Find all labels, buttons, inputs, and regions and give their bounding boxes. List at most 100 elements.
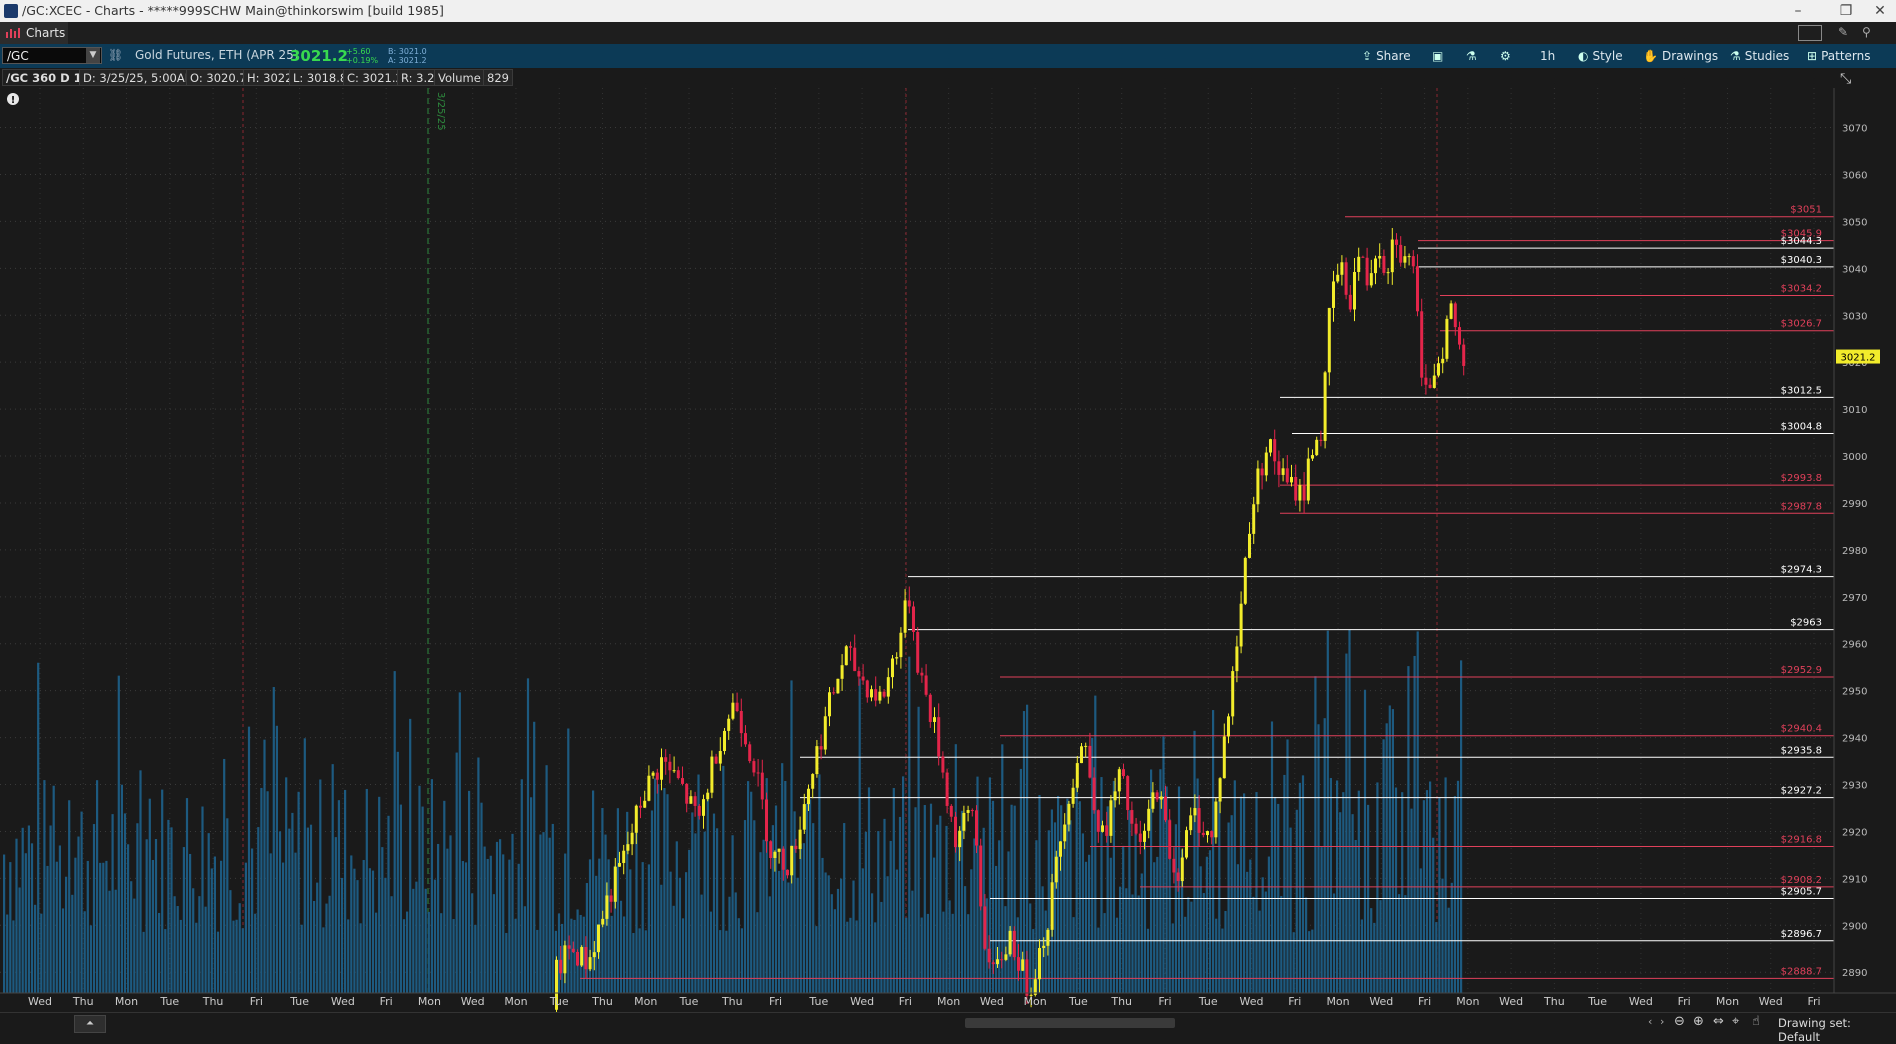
minimize-icon[interactable]: –	[1782, 0, 1814, 22]
candle-body	[882, 691, 886, 697]
candle-body	[1458, 327, 1461, 345]
zoom-out-icon[interactable]: ⊖	[1674, 1014, 1685, 1029]
volume-bar	[1339, 812, 1342, 993]
candle-body	[769, 841, 773, 859]
volume-bar	[929, 803, 933, 993]
candle-body	[949, 805, 953, 817]
pencil-icon[interactable]: ✎	[1838, 25, 1848, 39]
style-button[interactable]: ◐ Style	[1578, 46, 1623, 66]
volume-bar	[1444, 777, 1447, 993]
horizontal-scrollbar[interactable]	[965, 1018, 1175, 1028]
candle-body	[1134, 823, 1138, 834]
volume-bar	[933, 857, 936, 993]
volume-bar	[1109, 857, 1112, 993]
restore-icon[interactable]: ❐	[1830, 0, 1862, 22]
price-chart[interactable]: 3/25/25 $3051$3045.9$3044.3$3040.3$3034.…	[0, 88, 1896, 1012]
candle-body	[702, 799, 705, 816]
volume-bar	[55, 861, 58, 993]
candle-body	[1088, 745, 1092, 778]
drawings-button[interactable]: ✋ Drawings	[1643, 46, 1718, 66]
collapse-icon[interactable]: ⤡	[1840, 69, 1851, 89]
price-level-label: $2935.8	[1781, 745, 1822, 756]
volume-bar	[1357, 790, 1360, 993]
volume-bar	[229, 890, 232, 993]
close-icon[interactable]: ✕	[1864, 0, 1896, 22]
last-price: 3021.2	[290, 47, 348, 65]
volume-bar	[471, 893, 474, 993]
calendar-button[interactable]: ▣	[1432, 46, 1447, 66]
volume-bar	[362, 860, 365, 993]
volume-bar	[1246, 871, 1249, 993]
volume-bar	[570, 918, 573, 993]
volume-bar	[1057, 795, 1060, 993]
volume-bar	[99, 862, 102, 993]
pin-icon[interactable]: ⚲	[1862, 25, 1871, 39]
x-tick-label: Mon	[115, 995, 138, 1008]
volume-bar	[83, 911, 86, 993]
settings-button[interactable]: ⚙	[1500, 46, 1515, 66]
volume-bar	[185, 798, 189, 993]
volume-bar	[799, 843, 802, 993]
share-button[interactable]: ⇪ Share	[1362, 46, 1411, 66]
symbol-dropdown-icon[interactable]: ▼	[86, 48, 100, 63]
volume-bar	[1432, 837, 1435, 993]
volume-bar	[536, 929, 539, 993]
scroll-left-icon[interactable]: ‹	[1648, 1015, 1652, 1028]
volume-bar	[1153, 862, 1156, 993]
patterns-button[interactable]: ⊞ Patterns	[1807, 46, 1871, 66]
calendar-icon: ▣	[1432, 49, 1444, 63]
candle-body	[1172, 858, 1176, 873]
candle-body	[727, 718, 731, 731]
volume-bar	[815, 926, 818, 993]
volume-bar	[359, 923, 362, 993]
volume-bar	[902, 776, 905, 993]
volume-bar	[384, 877, 387, 993]
zoom-in-icon[interactable]: ⊕	[1693, 1014, 1704, 1029]
volume-bar	[1382, 739, 1385, 993]
studies-button[interactable]: ⚗ Studies	[1730, 46, 1789, 66]
volume-bar	[995, 865, 998, 993]
volume-bar	[672, 905, 675, 993]
candle-body	[1008, 930, 1012, 955]
candle-body	[1222, 736, 1226, 779]
candle-body	[1109, 800, 1113, 836]
candle-body	[1302, 485, 1306, 501]
volume-bar	[499, 839, 502, 993]
app-icon	[4, 4, 18, 18]
volume-bar	[1112, 780, 1115, 993]
y-tick-label: 2950	[1842, 687, 1867, 698]
volume-bar	[623, 916, 626, 993]
volume-bar	[300, 924, 303, 993]
volume-bar	[464, 862, 468, 993]
link-icon[interactable]: ⛓	[108, 48, 123, 62]
flask-icon: ⚗	[1466, 49, 1477, 63]
candle-body	[1096, 810, 1100, 832]
change-percent: +0.19%	[346, 56, 379, 65]
tab-charts[interactable]: Charts	[0, 22, 68, 44]
window-layout-icon[interactable]	[1798, 25, 1822, 41]
bar-open: O: 3020.7	[186, 69, 251, 86]
candle-body	[1361, 256, 1365, 258]
volume-bar	[778, 870, 781, 993]
timeframe-button[interactable]: 1h	[1540, 46, 1555, 66]
volume-bar	[347, 919, 350, 993]
x-tick-label: Wed	[331, 995, 355, 1008]
x-tick-label: Tue	[289, 995, 309, 1008]
candle-body	[1315, 439, 1319, 456]
volume-bar	[1301, 775, 1305, 993]
candle-body	[714, 756, 718, 764]
volume-bar	[1128, 810, 1131, 993]
candle-body	[840, 665, 844, 679]
volume-bar	[855, 920, 858, 993]
flask-button[interactable]: ⚗	[1466, 46, 1481, 66]
x-tick-label: Fri	[769, 995, 782, 1008]
crosshair-icon[interactable]: ⌖	[1732, 1014, 1739, 1029]
volume-bar	[858, 678, 861, 993]
volume-bar	[960, 810, 964, 993]
cursor-hand-icon[interactable]: ☝	[1752, 1014, 1760, 1029]
scroll-right-icon[interactable]: ›	[1660, 1015, 1664, 1028]
y-tick-label: 3030	[1842, 311, 1867, 322]
expand-panel-icon[interactable]: ⏶	[74, 1015, 106, 1033]
pan-icon[interactable]: ⇔	[1713, 1014, 1724, 1029]
volume-bar	[725, 930, 728, 993]
